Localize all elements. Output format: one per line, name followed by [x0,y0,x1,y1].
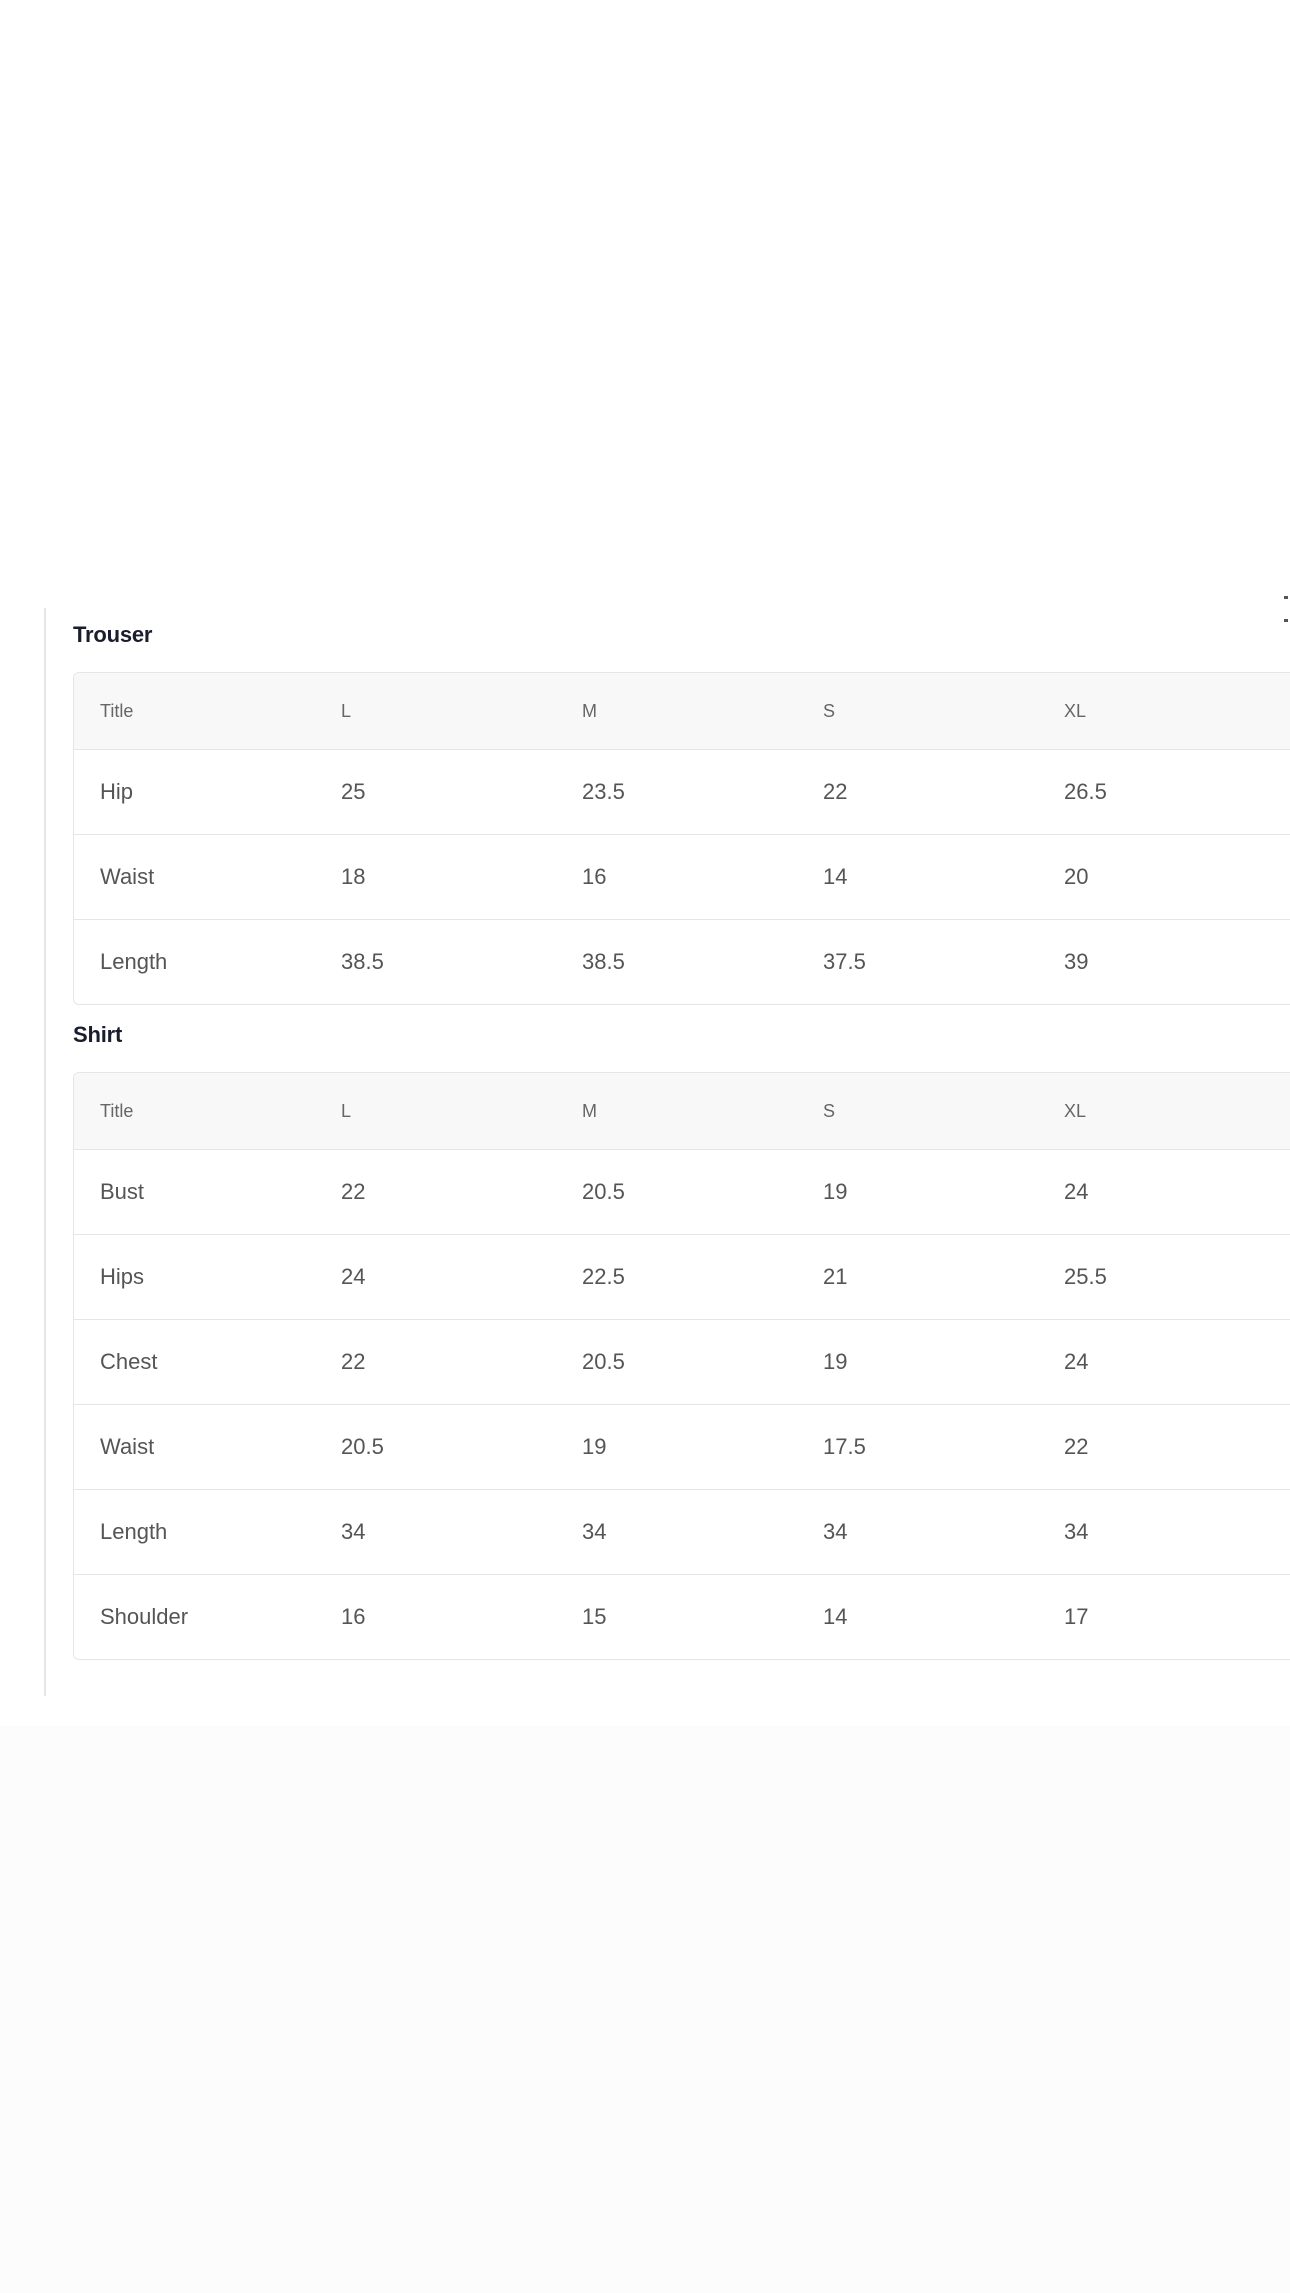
row-label: Bust [100,1179,145,1204]
table-row: Bust 22 20.5 19 24 [74,1150,1290,1235]
table-cell: 25.5 [1064,1264,1107,1289]
column-header: Title [100,1100,134,1121]
section-title-trouser: Trouser [73,622,153,647]
table-cell: 22 [1064,1434,1089,1459]
column-header: S [823,700,836,721]
table-row: Chest 22 20.5 19 24 [74,1320,1290,1405]
row-label: Shoulder [100,1604,189,1629]
table-cell: 22.5 [582,1264,625,1289]
column-header: L [341,1100,352,1121]
table-cell: 14 [823,1604,848,1629]
close-icon[interactable] [1284,596,1290,646]
table-cell: 17 [1064,1604,1089,1629]
table-row: Length 34 34 34 34 [74,1490,1290,1575]
row-label: Chest [100,1349,158,1374]
row-label: Waist [100,864,155,889]
table-cell: 19 [823,1349,848,1374]
table-cell: 26.5 [1064,779,1107,804]
table-cell: 34 [582,1519,607,1544]
table-cell: 20 [1064,864,1089,889]
table-cell: 24 [1064,1179,1089,1204]
table-cell: 37.5 [823,949,866,974]
table-cell: 34 [341,1519,366,1544]
table-cell: 25 [341,779,366,804]
column-header: M [582,700,597,721]
table-cell: 22 [823,779,848,804]
table-row: Length 38.5 38.5 37.5 39 [74,920,1290,1004]
row-label: Waist [100,1434,155,1459]
column-header: L [341,700,352,721]
table-cell: 22 [341,1349,366,1374]
table-cell: 22 [341,1179,366,1204]
column-header: S [823,1100,836,1121]
left-divider [44,608,46,1696]
table-cell: 16 [341,1604,366,1629]
table-cell: 38.5 [582,949,625,974]
trouser-size-table: Title L M S XL Hip 25 23.5 22 26.5 Waist… [73,672,1290,1005]
table-cell: 15 [582,1604,607,1629]
table-cell: 17.5 [823,1434,866,1459]
table-cell: 24 [1064,1349,1089,1374]
blank-area [0,0,1290,566]
row-label: Length [100,1519,168,1544]
table-row: Shoulder 16 15 14 17 [74,1575,1290,1659]
table-cell: 20.5 [341,1434,384,1459]
table-cell: 19 [823,1179,848,1204]
table-cell: 16 [582,864,607,889]
table-cell: 39 [1064,949,1089,974]
column-header: XL [1064,1100,1087,1121]
table-cell: 19 [582,1434,607,1459]
column-header: Title [100,700,134,721]
column-header: M [582,1100,597,1121]
table-row: Waist 20.5 19 17.5 22 [74,1405,1290,1490]
table-cell: 20.5 [582,1179,625,1204]
section-title-shirt: Shirt [73,1022,123,1047]
table-cell: 18 [341,864,366,889]
column-header: XL [1064,700,1087,721]
table-header-row: Title L M S XL [74,673,1290,750]
row-label: Length [100,949,168,974]
table-cell: 34 [823,1519,848,1544]
table-cell: 23.5 [582,779,625,804]
table-cell: 24 [341,1264,366,1289]
table-header-row: Title L M S XL [74,1073,1290,1150]
row-label: Hips [100,1264,145,1289]
table-row: Hips 24 22.5 21 25.5 [74,1235,1290,1320]
table-row: Hip 25 23.5 22 26.5 [74,750,1290,835]
table-cell: 14 [823,864,848,889]
table-cell: 34 [1064,1519,1089,1544]
table-cell: 38.5 [341,949,384,974]
table-row: Waist 18 16 14 20 [74,835,1290,920]
shirt-size-table: Title L M S XL Bust 22 20.5 19 24 Hips 2… [73,1072,1290,1660]
table-cell: 20.5 [582,1349,625,1374]
table-cell: 21 [823,1264,848,1289]
row-label: Hip [100,779,134,804]
